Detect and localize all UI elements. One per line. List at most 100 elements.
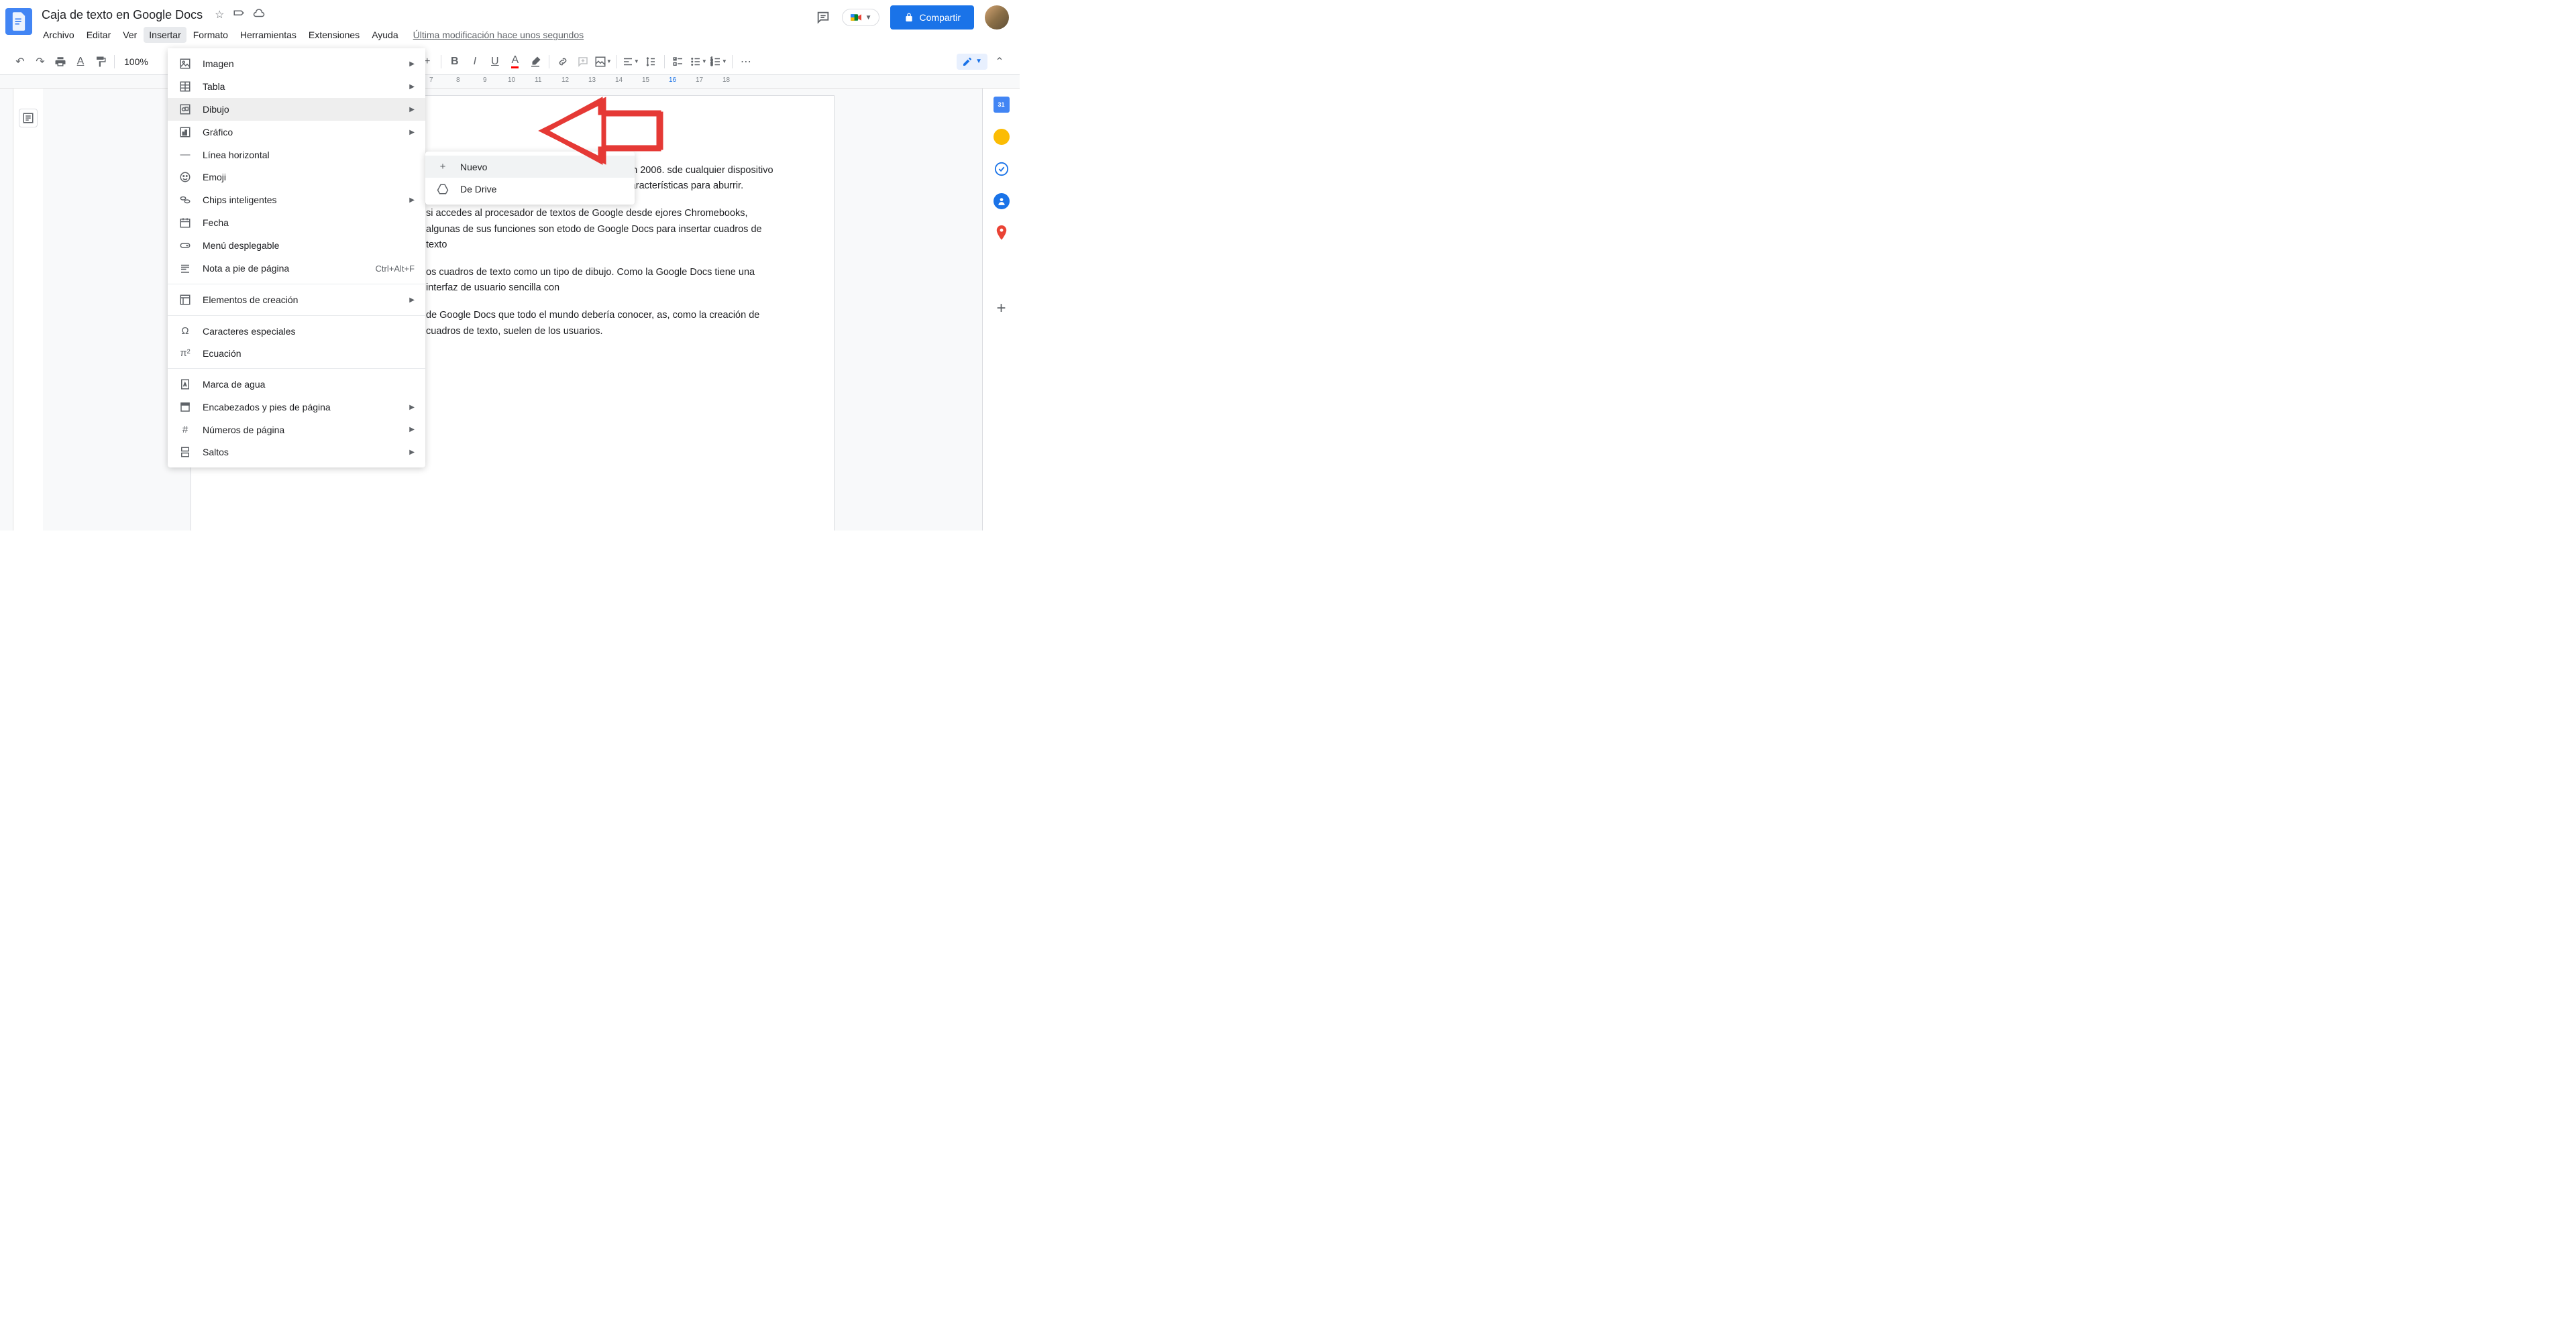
menu-item-headers-footers[interactable]: Encabezados y pies de página▶: [168, 396, 425, 418]
chart-icon: [178, 126, 192, 138]
horizontal-ruler[interactable]: 789 101112 131415 161718: [0, 75, 1020, 89]
menu-extensions[interactable]: Extensiones: [303, 27, 365, 43]
menu-view[interactable]: Ver: [117, 27, 142, 43]
menu-item-dropdown[interactable]: Menú desplegable: [168, 234, 425, 257]
italic-button[interactable]: I: [466, 52, 484, 71]
submenu-arrow-icon: ▶: [409, 449, 415, 456]
drawing-icon: [178, 103, 192, 115]
vertical-ruler[interactable]: [0, 89, 13, 531]
menu-item-table[interactable]: Tabla▶: [168, 75, 425, 98]
zoom-select[interactable]: 100%: [119, 56, 154, 67]
contacts-icon[interactable]: [994, 193, 1010, 209]
blocks-icon: [178, 294, 192, 306]
menu-item-date[interactable]: Fecha: [168, 211, 425, 234]
show-outline-button[interactable]: [19, 109, 38, 127]
drawing-submenu: +Nuevo De Drive: [425, 152, 635, 205]
table-icon: [178, 80, 192, 93]
print-button[interactable]: [51, 52, 70, 71]
paragraph: de Google Docs que todo el mundo debería…: [426, 308, 773, 339]
line-spacing-button[interactable]: [641, 52, 660, 71]
menu-item-equation[interactable]: π²Ecuación: [168, 342, 425, 364]
tasks-icon[interactable]: [994, 161, 1010, 177]
break-icon: [178, 446, 192, 458]
insert-menu-dropdown: Imagen▶ Tabla▶ Dibujo▶ Gráfico▶ —Línea h…: [168, 48, 425, 467]
menu-item-break[interactable]: Saltos▶: [168, 441, 425, 463]
last-modification[interactable]: Última modificación hace unos segundos: [413, 30, 584, 40]
docs-logo[interactable]: [5, 8, 32, 35]
collapse-toolbar-button[interactable]: ⌃: [990, 52, 1009, 71]
calendar-icon[interactable]: 31: [994, 97, 1010, 113]
submenu-arrow-icon: ▶: [409, 404, 415, 411]
chips-icon: [178, 194, 192, 206]
menu-edit[interactable]: Editar: [81, 27, 117, 43]
document-title[interactable]: Caja de texto en Google Docs: [38, 7, 207, 23]
add-addon-button[interactable]: +: [994, 300, 1010, 317]
menu-item-watermark[interactable]: AMarca de agua: [168, 373, 425, 396]
keep-icon[interactable]: [994, 129, 1010, 145]
menubar: Archivo Editar Ver Insertar Formato Herr…: [38, 27, 815, 43]
menu-item-smart-chips[interactable]: Chips inteligentes▶: [168, 188, 425, 211]
date-icon: [178, 217, 192, 229]
menu-help[interactable]: Ayuda: [366, 27, 403, 43]
menu-insert[interactable]: Insertar: [144, 27, 186, 43]
checklist-button[interactable]: [669, 52, 688, 71]
menu-tools[interactable]: Herramientas: [235, 27, 302, 43]
share-button[interactable]: Compartir: [890, 5, 974, 30]
menu-item-footnote[interactable]: Nota a pie de páginaCtrl+Alt+F: [168, 257, 425, 280]
submenu-arrow-icon: ▶: [409, 106, 415, 113]
submenu-arrow-icon: ▶: [409, 129, 415, 136]
submenu-item-from-drive[interactable]: De Drive: [425, 178, 635, 201]
drive-icon: [436, 183, 449, 195]
align-button[interactable]: ▼: [621, 52, 640, 71]
paragraph: si accedes al procesador de textos de Go…: [426, 206, 773, 253]
app-header: Caja de texto en Google Docs ☆ Archivo E…: [0, 0, 1020, 48]
share-label: Compartir: [920, 12, 961, 23]
bulleted-list-button[interactable]: ▼: [689, 52, 708, 71]
numbered-list-button[interactable]: 123▼: [709, 52, 728, 71]
menu-item-page-numbers[interactable]: #Números de página▶: [168, 418, 425, 441]
meet-button[interactable]: ▼: [842, 9, 879, 26]
paragraph: os cuadros de texto como un tipo de dibu…: [426, 265, 773, 296]
submenu-arrow-icon: ▶: [409, 197, 415, 204]
svg-text:3: 3: [710, 63, 712, 67]
watermark-icon: A: [178, 378, 192, 390]
submenu-arrow-icon: ▶: [409, 83, 415, 91]
menu-item-building-blocks[interactable]: Elementos de creación▶: [168, 288, 425, 311]
highlight-button[interactable]: [526, 52, 545, 71]
more-button[interactable]: ⋯: [737, 52, 755, 71]
add-comment-button[interactable]: [574, 52, 592, 71]
submenu-arrow-icon: ▶: [409, 426, 415, 433]
hash-icon: #: [178, 424, 192, 435]
redo-button[interactable]: ↷: [31, 52, 50, 71]
underline-button[interactable]: U: [486, 52, 504, 71]
undo-button[interactable]: ↶: [11, 52, 30, 71]
insert-image-button[interactable]: ▼: [594, 52, 612, 71]
link-button[interactable]: [553, 52, 572, 71]
bold-button[interactable]: B: [445, 52, 464, 71]
image-icon: [178, 58, 192, 70]
move-icon[interactable]: [233, 7, 245, 23]
footnote-icon: [178, 262, 192, 274]
menu-item-hr[interactable]: —Línea horizontal: [168, 144, 425, 166]
star-icon[interactable]: ☆: [215, 8, 224, 21]
menu-item-chart[interactable]: Gráfico▶: [168, 121, 425, 144]
menu-item-emoji[interactable]: Emoji: [168, 166, 425, 188]
editing-mode-button[interactable]: ▼: [957, 54, 987, 70]
menu-item-image[interactable]: Imagen▶: [168, 52, 425, 75]
submenu-item-new[interactable]: +Nuevo: [425, 156, 635, 178]
equation-icon: π²: [178, 347, 192, 359]
toolbar: ↶ ↷ A 100% + B I U A ▼ ▼ ▼ 123▼ ⋯ ▼ ⌃: [0, 48, 1020, 75]
emoji-icon: [178, 171, 192, 183]
menu-item-special-chars[interactable]: ΩCaracteres especiales: [168, 320, 425, 342]
menu-item-drawing[interactable]: Dibujo▶: [168, 98, 425, 121]
menu-format[interactable]: Formato: [188, 27, 233, 43]
cloud-status-icon[interactable]: [253, 7, 265, 23]
menu-file[interactable]: Archivo: [38, 27, 80, 43]
svg-text:A: A: [184, 383, 186, 387]
spellcheck-button[interactable]: A: [71, 52, 90, 71]
paint-format-button[interactable]: [91, 52, 110, 71]
user-avatar[interactable]: [985, 5, 1009, 30]
comments-icon[interactable]: [815, 9, 831, 25]
text-color-button[interactable]: A: [506, 52, 525, 71]
maps-icon[interactable]: [994, 225, 1010, 241]
